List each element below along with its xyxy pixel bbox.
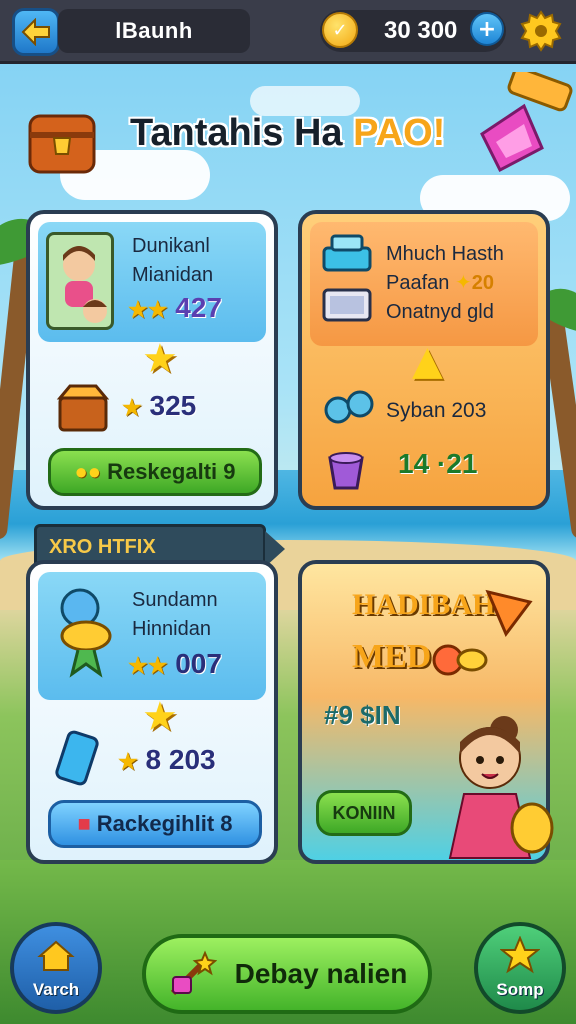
star-icon: ★ (142, 336, 178, 382)
featured-card[interactable]: HADIBAH MED #9 $IN KONIIN (298, 560, 554, 864)
card-line-2: Mianidan (132, 264, 214, 286)
star-rating-icon: ★★ (128, 653, 168, 678)
star-icon: ★ (142, 694, 178, 740)
star-icon: ★ (118, 749, 138, 774)
star-icon: ▲ (412, 338, 443, 384)
binoculars-icon (324, 390, 374, 424)
home-icon (37, 940, 75, 971)
card-line-1: Mhuch Hasth (386, 243, 504, 265)
coin-stack-icon (60, 588, 112, 678)
computer-icon (322, 288, 372, 322)
treasure-chest-icon (24, 102, 100, 178)
card-line-1: Sundamn (132, 589, 218, 611)
back-button[interactable] (12, 8, 60, 56)
star-icon: ★ (122, 395, 142, 420)
add-coins-button[interactable]: + (470, 12, 504, 46)
title-highlight: PAO! (353, 112, 446, 154)
player-name: lBaunh (58, 9, 250, 53)
card-stat-2: ★ 325 (122, 390, 196, 422)
page-title: Tantahis Ha PAO! (130, 112, 470, 164)
card-stat-2-value: 8 203 (145, 744, 216, 775)
card-line-2-value: 20 (471, 272, 494, 294)
title-text: Tantahis Ha (130, 112, 354, 154)
map-button[interactable]: Varch (10, 922, 102, 1014)
lemon-icon (432, 644, 488, 676)
reward-card-bottom-left[interactable]: Sundamn Hinnidan ★★ 007 ★ ★ 8 203 ■ Rack… (26, 560, 278, 864)
gear-icon (520, 10, 562, 52)
card-line-2-label: Paafan (386, 272, 450, 294)
claim-button[interactable]: ■ Rackegihlit 8 (48, 800, 262, 848)
card-stat-1: ★★ 007 (128, 648, 222, 680)
card-stat-2: 14 ·21 (398, 448, 478, 479)
bucket-icon (328, 452, 364, 490)
featured-title-2: MED (352, 638, 432, 675)
star-rating-icon: ★★ (128, 297, 168, 322)
card-line-3: Onatnyd gld (386, 301, 494, 323)
coin-amount: 30 300 (384, 17, 458, 44)
reward-card-top-left[interactable]: Dunikanl Mianidan ★★ 427 ★ ★ 325 ●● Resk… (26, 210, 278, 510)
play-button-label: Debay nalien (234, 958, 408, 989)
featured-code: #9 $IN (324, 700, 401, 730)
shop-button[interactable]: Somp (474, 922, 566, 1014)
featured-title-1: HADIBAH (352, 588, 496, 621)
card-stat-1: Syban 203 (386, 399, 487, 422)
map-button-label: Varch (32, 980, 80, 999)
card-line-1: Dunikanl (132, 235, 210, 257)
shop-button-label: Somp (496, 980, 544, 999)
card-stat-1-value: 007 (175, 648, 222, 679)
gift-icon: ■ (77, 811, 91, 836)
coins-icon: ●● (74, 459, 102, 484)
coin-icon: ✓ (322, 12, 358, 48)
play-button[interactable]: Debay nalien (142, 934, 432, 1014)
settings-button[interactable] (518, 8, 564, 54)
claim-button-label: Rackegihlit 8 (96, 811, 233, 836)
pickaxe-icon (472, 66, 576, 182)
claim-button-label: Reskegalti 9 (107, 459, 236, 484)
card-stat-2-value: 325 (149, 390, 197, 421)
card-line-2: Hinnidan (132, 618, 211, 640)
pennant-icon (485, 589, 533, 637)
character-portrait (46, 232, 114, 330)
reward-card-top-right[interactable]: Mhuch Hasth Paafan ✦20 Onatnyd gld ▲ Syb… (298, 210, 550, 510)
back-arrow-icon (21, 18, 50, 46)
treasure-box-icon (56, 384, 110, 432)
phone-icon (55, 730, 99, 786)
claim-button[interactable]: ●● Reskegalti 9 (48, 448, 262, 496)
girl-character-icon (448, 716, 554, 859)
star-icon: ✦ (454, 272, 472, 294)
card-stat-1-value: 427 (175, 292, 222, 323)
magic-wand-icon (170, 950, 217, 996)
card-line-2: Paafan ✦20 (386, 269, 494, 298)
cash-register-icon (322, 234, 372, 272)
card-stat-1: ★★ 427 (128, 292, 222, 324)
featured-button[interactable]: KONIIN (316, 790, 412, 836)
card-stat-2: ★ 8 203 (118, 744, 216, 776)
star-icon (500, 936, 540, 974)
